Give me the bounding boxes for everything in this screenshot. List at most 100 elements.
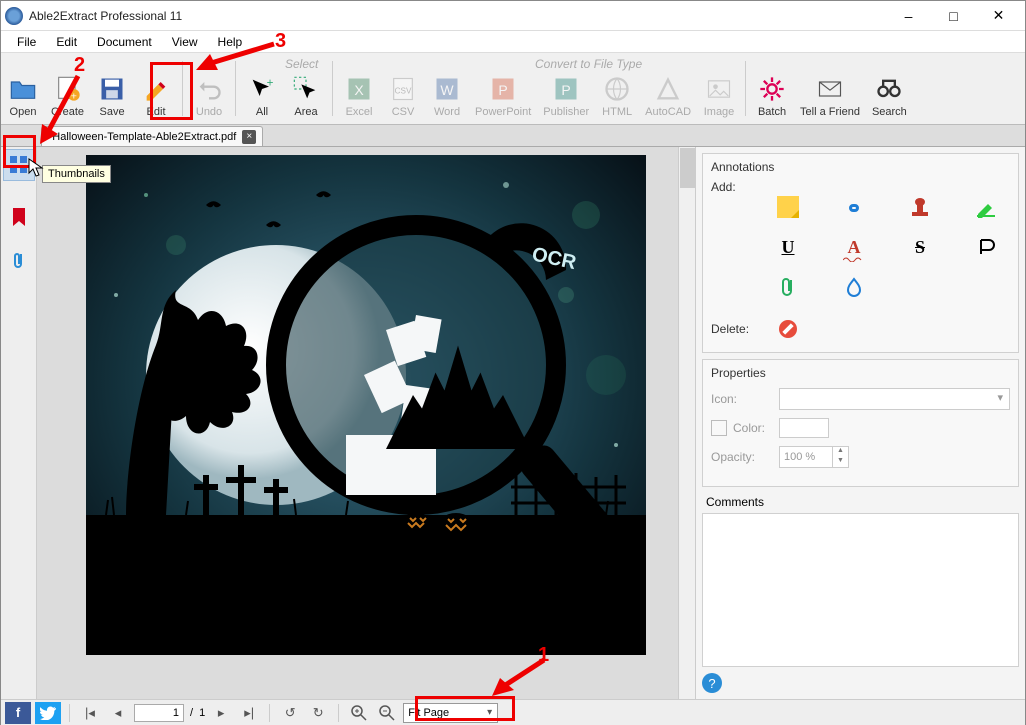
help-button[interactable]: ? xyxy=(702,673,722,693)
icon-select[interactable] xyxy=(779,388,1010,410)
envelope-icon xyxy=(816,75,844,103)
bookmarks-button[interactable] xyxy=(3,201,35,233)
menu-document[interactable]: Document xyxy=(87,33,162,51)
convert-word-button[interactable]: W Word xyxy=(425,53,469,124)
stamp-icon[interactable] xyxy=(907,194,933,220)
publisher-icon: P xyxy=(552,75,580,103)
attachments-button[interactable] xyxy=(3,245,35,277)
minimize-button[interactable]: – xyxy=(886,2,931,30)
autocad-icon xyxy=(654,75,682,103)
convert-autocad-button[interactable]: AutoCAD xyxy=(639,53,697,124)
zoom-in-button[interactable] xyxy=(347,702,371,724)
window-title: Able2Extract Professional 11 xyxy=(29,9,886,23)
gear-icon xyxy=(758,75,786,103)
comments-title: Comments xyxy=(706,495,1019,509)
svg-text:CSV: CSV xyxy=(395,87,412,96)
save-icon xyxy=(98,75,126,103)
document-viewport[interactable]: OCR xyxy=(37,147,695,699)
tell-friend-button[interactable]: Tell a Friend xyxy=(794,53,866,124)
watermark-icon[interactable] xyxy=(841,274,867,300)
first-page-button[interactable]: |◂ xyxy=(78,702,102,724)
tab-close-icon[interactable]: × xyxy=(242,130,256,144)
highlighter-icon[interactable] xyxy=(973,194,999,220)
section-select-label: Select xyxy=(285,57,318,71)
convert-image-button[interactable]: Image xyxy=(697,53,741,124)
binoculars-icon xyxy=(875,75,903,103)
twitter-button[interactable] xyxy=(35,702,61,724)
scrollbar-thumb[interactable] xyxy=(680,148,695,188)
main-area: Thumbnails xyxy=(1,147,1025,699)
cursor-icon xyxy=(28,158,44,178)
properties-title: Properties xyxy=(711,366,1010,380)
annotations-title: Annotations xyxy=(711,160,1010,174)
search-button[interactable]: Search xyxy=(866,53,913,124)
convert-csv-button[interactable]: CSV CSV xyxy=(381,53,425,124)
link-icon[interactable] xyxy=(841,194,867,220)
close-button[interactable]: ✕ xyxy=(976,2,1021,30)
left-sidebar: Thumbnails xyxy=(1,147,37,699)
word-icon: W xyxy=(433,75,461,103)
color-swatch[interactable] xyxy=(779,418,829,438)
page-number-input[interactable] xyxy=(134,704,184,722)
spin-up-icon[interactable]: ▲ xyxy=(833,447,848,457)
cursor-area-icon xyxy=(292,75,320,103)
menu-file[interactable]: File xyxy=(7,33,46,51)
paperclip-icon xyxy=(11,251,27,271)
svg-text:P: P xyxy=(562,82,571,98)
app-icon xyxy=(5,7,23,25)
sticky-note-icon[interactable] xyxy=(775,194,801,220)
strikeout-icon[interactable]: S xyxy=(907,234,933,260)
facebook-button[interactable]: f xyxy=(5,702,31,724)
prev-page-button[interactable]: ◂ xyxy=(106,702,130,724)
menu-edit[interactable]: Edit xyxy=(46,33,87,51)
opacity-prop-label: Opacity: xyxy=(711,450,779,464)
maximize-button[interactable]: □ xyxy=(931,2,976,30)
last-page-button[interactable]: ▸| xyxy=(237,702,261,724)
excel-icon: X xyxy=(345,75,373,103)
attachment-icon[interactable] xyxy=(775,274,801,300)
title-bar: Able2Extract Professional 11 – □ ✕ xyxy=(1,1,1025,31)
callout-2: 2 xyxy=(74,54,85,77)
arrow-2 xyxy=(38,72,84,144)
svg-text:+: + xyxy=(267,77,274,90)
html-icon xyxy=(603,75,631,103)
squiggly-icon[interactable]: A xyxy=(841,234,867,260)
bookmark-icon xyxy=(11,207,27,227)
section-convert-label: Convert to File Type xyxy=(535,57,642,71)
menu-bar: File Edit Document View Help xyxy=(1,31,1025,53)
delete-label: Delete: xyxy=(711,322,767,336)
svg-text:P: P xyxy=(498,82,507,98)
underline-icon[interactable]: U xyxy=(775,234,801,260)
rotate-ccw-button[interactable]: ↺ xyxy=(278,702,302,724)
color-checkbox[interactable] xyxy=(711,420,727,436)
caret-icon[interactable] xyxy=(973,234,999,260)
annotations-group: Annotations Add: U A S Delete: xyxy=(702,153,1019,353)
color-prop-label: Color: xyxy=(733,421,779,435)
save-button[interactable]: Save xyxy=(90,53,134,124)
spin-down-icon[interactable]: ▼ xyxy=(833,457,848,467)
powerpoint-icon: P xyxy=(489,75,517,103)
zoom-out-button[interactable] xyxy=(375,702,399,724)
highlight-edit xyxy=(150,62,193,120)
vertical-scrollbar[interactable] xyxy=(678,147,695,699)
convert-powerpoint-button[interactable]: P PowerPoint xyxy=(469,53,537,124)
thumbnails-tooltip: Thumbnails xyxy=(42,165,111,183)
next-page-button[interactable]: ▸ xyxy=(209,702,233,724)
properties-group: Properties Icon: Color: Opacity: 100 % ▲… xyxy=(702,359,1019,487)
document-tab-strip: *Halloween-Template-Able2Extract.pdf × xyxy=(1,125,1025,147)
undo-icon xyxy=(195,75,223,103)
right-panel: Annotations Add: U A S Delete: xyxy=(695,147,1025,699)
svg-text:X: X xyxy=(354,82,364,98)
folder-open-icon xyxy=(9,75,37,103)
rotate-cw-button[interactable]: ↻ xyxy=(306,702,330,724)
add-label: Add: xyxy=(711,180,767,194)
arrow-3 xyxy=(196,40,276,74)
icon-prop-label: Icon: xyxy=(711,392,779,406)
batch-button[interactable]: Batch xyxy=(750,53,794,124)
svg-text:W: W xyxy=(440,82,454,98)
comments-textarea[interactable] xyxy=(702,513,1019,667)
callout-3: 3 xyxy=(275,30,286,53)
delete-annotation-button[interactable] xyxy=(775,316,801,342)
convert-excel-button[interactable]: X Excel xyxy=(337,53,381,124)
opacity-spinner[interactable]: 100 % ▲▼ xyxy=(779,446,849,468)
